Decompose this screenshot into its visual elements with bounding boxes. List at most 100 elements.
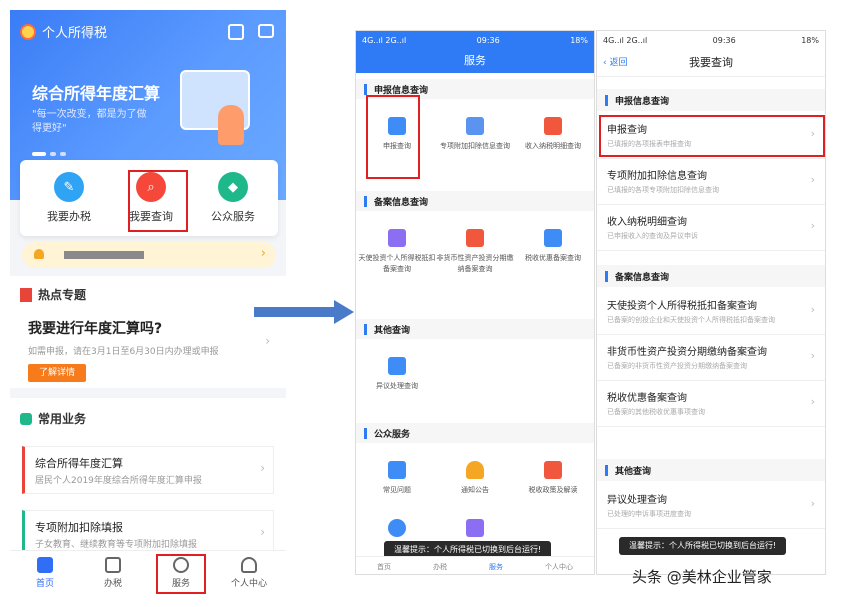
- grid-item[interactable]: 通知公告: [436, 461, 514, 496]
- chevron-right-icon[interactable]: ›: [265, 334, 270, 348]
- person-icon: [388, 229, 406, 247]
- item-subtitle: 已处理的申诉事项进度查询: [607, 510, 691, 518]
- grid-label: 天使投资个人所得税抵扣备案查询: [358, 254, 436, 273]
- grid-item[interactable]: 常见问题: [358, 461, 436, 496]
- grid-label: 通知公告: [461, 486, 489, 494]
- quick-action-label: 我要办税: [47, 210, 91, 223]
- compass-icon: [388, 519, 406, 537]
- list-item[interactable]: 天使投资个人所得税抵扣备案查询 已备案的创投企业和天使投资个人所得税抵扣备案查询 ›: [597, 289, 825, 335]
- tax-emblem-icon: [20, 23, 36, 40]
- carousel-dots[interactable]: [32, 152, 66, 156]
- question-icon: [466, 519, 484, 537]
- blurred-notice-text: [64, 251, 144, 259]
- grid-item[interactable]: 税收政策及解读: [514, 461, 592, 496]
- list-item[interactable]: 税收优惠备案查询 已备案的其他税收优惠事项查询 ›: [597, 381, 825, 427]
- message-icon[interactable]: [258, 24, 274, 38]
- status-time: 09:36: [712, 35, 736, 45]
- quick-action-tax[interactable]: ✎ 我要办税: [34, 172, 104, 224]
- list-item[interactable]: 专项附加扣除信息查询 已填报的各项专项附加扣除信息查询 ›: [597, 159, 825, 205]
- shield-icon: ◆: [218, 172, 248, 202]
- quick-action-public[interactable]: ◆ 公众服务: [198, 172, 268, 224]
- grid-item[interactable]: 税收优惠备案查询: [514, 229, 592, 264]
- list-item[interactable]: 综合所得年度汇算 居民个人2019年度综合所得年度汇算申报 ›: [22, 446, 274, 494]
- document-icon: [105, 557, 121, 573]
- section-title: 公众服务: [374, 430, 411, 440]
- tab-service[interactable]: 服务: [489, 562, 503, 572]
- chevron-right-icon: ›: [260, 525, 265, 539]
- hot-topics-section: 热点专题 我要进行年度汇算吗? 如需申报，请在3月1日至6月30日内办理或申报 …: [10, 276, 286, 388]
- bottom-tab-bar: 首页 办税 服务 个人中心: [10, 550, 286, 595]
- notice-bar[interactable]: ›: [22, 242, 276, 268]
- section-header: 其他查询: [597, 459, 825, 481]
- section-title: 备案信息查询: [615, 273, 670, 283]
- chevron-right-icon: ›: [810, 173, 815, 186]
- item-title: 税收优惠备案查询: [607, 393, 687, 404]
- page-title: 我要查询: [597, 49, 825, 77]
- scan-icon[interactable]: [228, 24, 244, 40]
- section-title: 热点专题: [38, 288, 87, 302]
- grid-item[interactable]: 专项附加扣除信息查询: [436, 117, 514, 152]
- tab-profile[interactable]: 个人中心: [545, 562, 573, 572]
- item-title: 综合所得年度汇算: [35, 457, 123, 470]
- grid-item[interactable]: 天使投资个人所得税抵扣备案查询: [358, 229, 436, 275]
- list-item[interactable]: 收入纳税明细查询 已申报收入的查询及异议申诉 ›: [597, 205, 825, 251]
- grid-item[interactable]: 收入纳税明细查询: [514, 117, 592, 152]
- tab-home[interactable]: 首页: [20, 557, 70, 589]
- grid-label: 异议处理查询: [376, 382, 418, 390]
- flag-icon: [20, 287, 32, 302]
- item-subtitle: 已备案的创投企业和天使投资个人所得税抵扣备案查询: [607, 316, 775, 324]
- battery-text: 18%: [570, 35, 588, 45]
- grid-label: 常见问题: [383, 486, 411, 494]
- list-item[interactable]: 非货币性资产投资分期缴纳备案查询 已备案的非货币性资产投资分期缴纳备案查询 ›: [597, 335, 825, 381]
- person-icon: [241, 557, 257, 573]
- tab-tax[interactable]: 办税: [88, 557, 138, 589]
- back-button[interactable]: ‹ 返回: [603, 49, 628, 77]
- section-header: 备案信息查询: [597, 265, 825, 287]
- status-bar: 4G..ıl 2G..ıl 09:36 18%: [597, 31, 825, 49]
- document-icon: [544, 229, 562, 247]
- list-item[interactable]: 异议处理查询已处理的申诉事项进度查询 ›: [597, 483, 825, 529]
- hot-question[interactable]: 我要进行年度汇算吗?: [28, 318, 162, 338]
- highlight-box: [599, 115, 825, 157]
- tab-label: 首页: [35, 579, 54, 589]
- status-bar: 4G..ıl 2G..ıl 09:36 18%: [356, 31, 594, 49]
- section-header: 申报信息查询: [597, 89, 825, 111]
- bell-icon: [466, 461, 484, 479]
- pen-icon: ✎: [54, 172, 84, 202]
- highlight-box: [366, 95, 420, 179]
- page-title: 服务: [356, 49, 594, 73]
- grid-label: 非货币性资产投资分期缴纳备案查询: [436, 254, 514, 273]
- battery-text: 18%: [801, 35, 819, 45]
- tab-label: 办税: [103, 579, 122, 589]
- item-title: 收入纳税明细查询: [607, 217, 687, 228]
- signal-text: 4G..ıl 2G..ıl: [362, 35, 407, 45]
- grid-item[interactable]: 非货币性资产投资分期缴纳备案查询: [436, 229, 514, 275]
- tab-home[interactable]: 首页: [377, 562, 391, 572]
- highlight-box: [156, 554, 206, 594]
- chevron-right-icon: ›: [810, 219, 815, 232]
- chevron-right-icon: ›: [810, 395, 815, 408]
- tab-profile[interactable]: 个人中心: [224, 557, 274, 589]
- document-icon: [388, 357, 406, 375]
- tab-tax[interactable]: 办税: [433, 562, 447, 572]
- grid-item[interactable]: 异议处理查询: [358, 357, 436, 392]
- section-title: 备案信息查询: [374, 198, 429, 208]
- banner-subtitle: "每一次改变，都是为了做得更好": [32, 109, 147, 134]
- common-heading: 常用业务: [20, 410, 86, 427]
- item-title: 天使投资个人所得税抵扣备案查询: [607, 301, 757, 312]
- grid-item[interactable]: [436, 519, 514, 543]
- query-screen: 4G..ıl 2G..ıl 09:36 18% 我要查询 ‹ 返回 申报信息查询…: [596, 30, 826, 575]
- watermark: 头条 @美林企业管家: [632, 568, 772, 586]
- grid-item[interactable]: [358, 519, 436, 543]
- item-title: 专项附加扣除信息查询: [607, 171, 707, 182]
- clover-icon: [20, 412, 32, 425]
- hot-topics-heading: 热点专题: [20, 286, 86, 303]
- item-title: 异议处理查询: [607, 495, 667, 506]
- learn-more-button[interactable]: 了解详情: [28, 364, 86, 382]
- chevron-right-icon: ›: [810, 497, 815, 510]
- policy-icon: [544, 461, 562, 479]
- service-screen: 4G..ıl 2G..ıl 09:36 18% 服务 申报信息查询 申报查询 专…: [355, 30, 595, 575]
- chevron-left-icon: ‹: [603, 58, 607, 68]
- item-subtitle: 居民个人2019年度综合所得年度汇算申报: [35, 476, 202, 486]
- grid-label: 收入纳税明细查询: [525, 142, 581, 150]
